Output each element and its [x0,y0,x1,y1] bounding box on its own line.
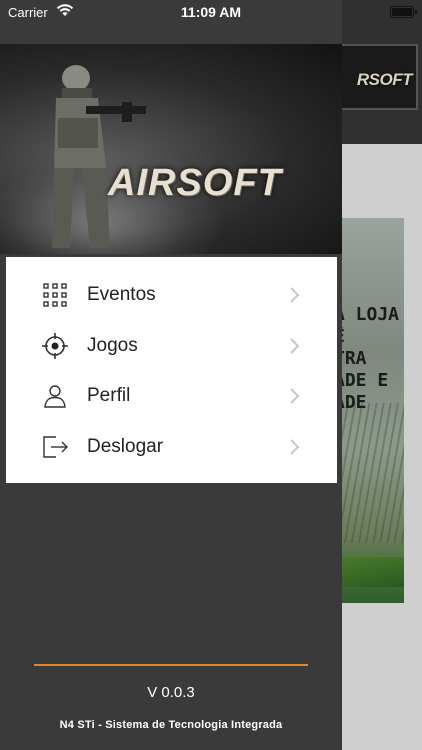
menu-item-deslogar[interactable]: Deslogar [6,421,337,471]
grid-icon [43,283,67,307]
promo-text: A LOJA Ê TRA ADE E ADE [340,304,400,413]
promo-grass-image [340,403,404,543]
chevron-right-icon [290,338,300,354]
app-version: V 0.0.3 [147,684,195,701]
header-banner[interactable]: RSOFT [340,44,418,110]
menu-label-eventos: Eventos [87,284,156,305]
status-bar: Carrier 11:09 AM [0,0,422,24]
hero-title: AIRSOFT [108,162,282,204]
promo-banner[interactable]: A LOJA Ê TRA ADE E ADE [340,218,404,603]
crosshair-icon [42,333,68,359]
status-time: 11:09 AM [180,4,242,20]
promo-stripe [340,557,404,587]
chevron-right-icon [290,439,300,455]
menu-label-jogos: Jogos [87,335,138,356]
drawer-hero-image: AIRSOFT [0,44,342,254]
menu-label-deslogar: Deslogar [87,436,164,457]
header-banner-text: RSOFT [356,70,413,89]
user-icon [44,385,66,408]
footer-divider [34,664,308,666]
chevron-right-icon [290,287,300,303]
drawer-menu: Eventos Jogos Perfil Deslogar [6,257,337,483]
menu-item-eventos[interactable]: Eventos [6,269,337,319]
menu-item-jogos[interactable]: Jogos [6,320,337,370]
logout-icon [43,436,68,458]
menu-label-perfil: Perfil [87,385,131,406]
side-drawer: AIRSOFT Eventos Jogos Perfil Deslogar V … [0,0,342,750]
battery-icon [390,6,417,18]
soldier-silhouette-icon [52,65,146,248]
company-name: N4 STi - Sistema de Tecnologia Integrada [59,719,283,731]
menu-item-perfil[interactable]: Perfil [6,370,337,420]
chevron-right-icon [290,388,300,404]
